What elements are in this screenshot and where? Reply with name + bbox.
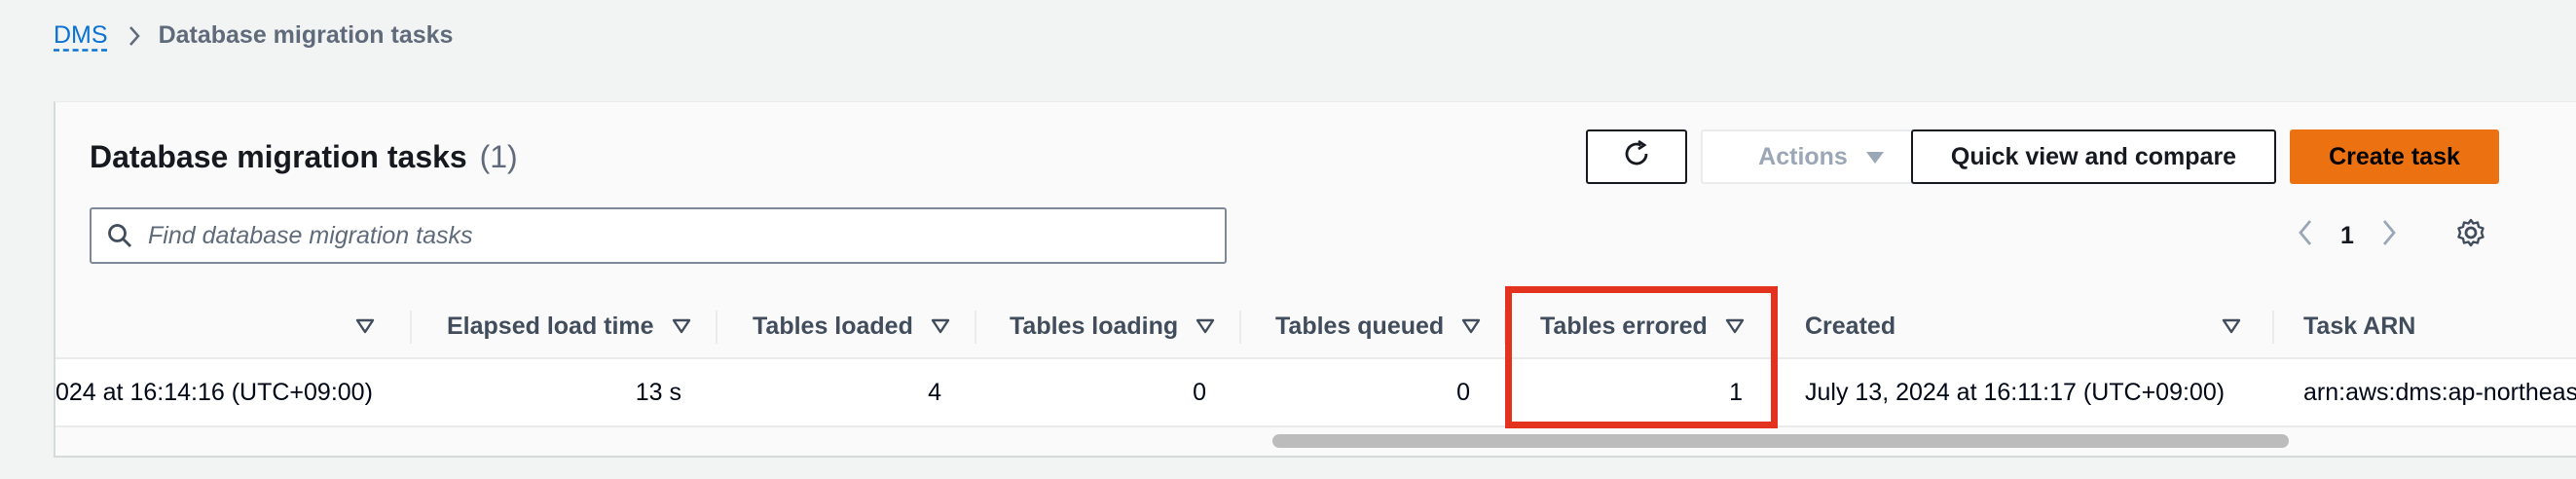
page-title: Database migration tasks (1) [90, 139, 518, 175]
breadcrumb: DMS Database migration tasks [54, 21, 453, 50]
create-task-button[interactable]: Create task [2290, 129, 2499, 184]
page-number[interactable]: 1 [2340, 222, 2354, 250]
column-divider[interactable] [1239, 311, 1241, 344]
sort-icon[interactable] [931, 318, 950, 334]
search-input[interactable] [146, 220, 1172, 251]
column-header-tables-loading[interactable]: Tables loading [1010, 287, 1215, 365]
cell-stopped: 024 at 16:14:16 (UTC+09:00) [55, 378, 373, 406]
highlight-box [1505, 286, 1778, 428]
actions-button[interactable]: Actions [1701, 129, 1942, 184]
sort-icon[interactable] [355, 318, 375, 334]
column-header-stopped[interactable] [338, 287, 375, 365]
search-icon [107, 223, 132, 248]
sort-icon[interactable] [672, 318, 691, 334]
column-header-task-arn[interactable]: Task ARN [2303, 287, 2415, 365]
search-box[interactable] [90, 207, 1227, 264]
chevron-right-icon [128, 25, 141, 47]
column-divider[interactable] [2272, 311, 2274, 344]
horizontal-scrollbar[interactable] [1272, 434, 2289, 448]
sort-icon[interactable] [2222, 287, 2241, 365]
breadcrumb-dms-link[interactable]: DMS [54, 21, 108, 50]
panel-title-text: Database migration tasks [90, 139, 467, 174]
refresh-icon [1621, 138, 1652, 176]
task-count: (1) [479, 139, 518, 174]
chevron-right-icon[interactable] [2381, 219, 2397, 253]
actions-label: Actions [1758, 142, 1848, 170]
caret-down-icon [1865, 143, 1885, 171]
create-task-label: Create task [2329, 142, 2460, 170]
table-row[interactable]: 024 at 16:14:16 (UTC+09:00) 13 s 4 0 0 1… [55, 357, 2576, 427]
cell-elapsed-load-time: 13 s [635, 378, 681, 406]
cell-task-arn[interactable]: arn:aws:dms:ap-northeast-1 [2303, 359, 2576, 425]
column-header-tables-loaded[interactable]: Tables loaded [753, 287, 950, 365]
column-header-elapsed-load-time[interactable]: Elapsed load time [447, 287, 691, 365]
cell-created: July 13, 2024 at 16:11:17 (UTC+09:00) [1805, 378, 2226, 406]
column-header-created[interactable]: Created [1805, 287, 1895, 365]
chevron-left-icon[interactable] [2298, 219, 2313, 253]
quick-view-compare-button[interactable]: Quick view and compare [1911, 129, 2276, 184]
tasks-panel: Database migration tasks (1) Actions Qui… [54, 101, 2576, 458]
refresh-button[interactable] [1586, 129, 1687, 184]
cell-tables-loading: 0 [1193, 378, 1206, 406]
pagination: 1 [2298, 219, 2397, 253]
sort-icon[interactable] [1196, 318, 1215, 334]
cell-tables-loaded: 4 [928, 378, 941, 406]
breadcrumb-current: Database migration tasks [158, 21, 454, 49]
gear-icon[interactable] [2455, 217, 2486, 253]
sort-icon[interactable] [1461, 318, 1481, 334]
column-divider[interactable] [410, 311, 412, 344]
column-header-tables-queued[interactable]: Tables queued [1275, 287, 1481, 365]
column-divider[interactable] [716, 311, 718, 344]
table-header: Elapsed load time Tables loaded Tables l… [55, 287, 2576, 365]
column-divider[interactable] [975, 311, 976, 344]
quick-view-label: Quick view and compare [1950, 142, 2237, 170]
cell-tables-queued: 0 [1456, 378, 1470, 406]
